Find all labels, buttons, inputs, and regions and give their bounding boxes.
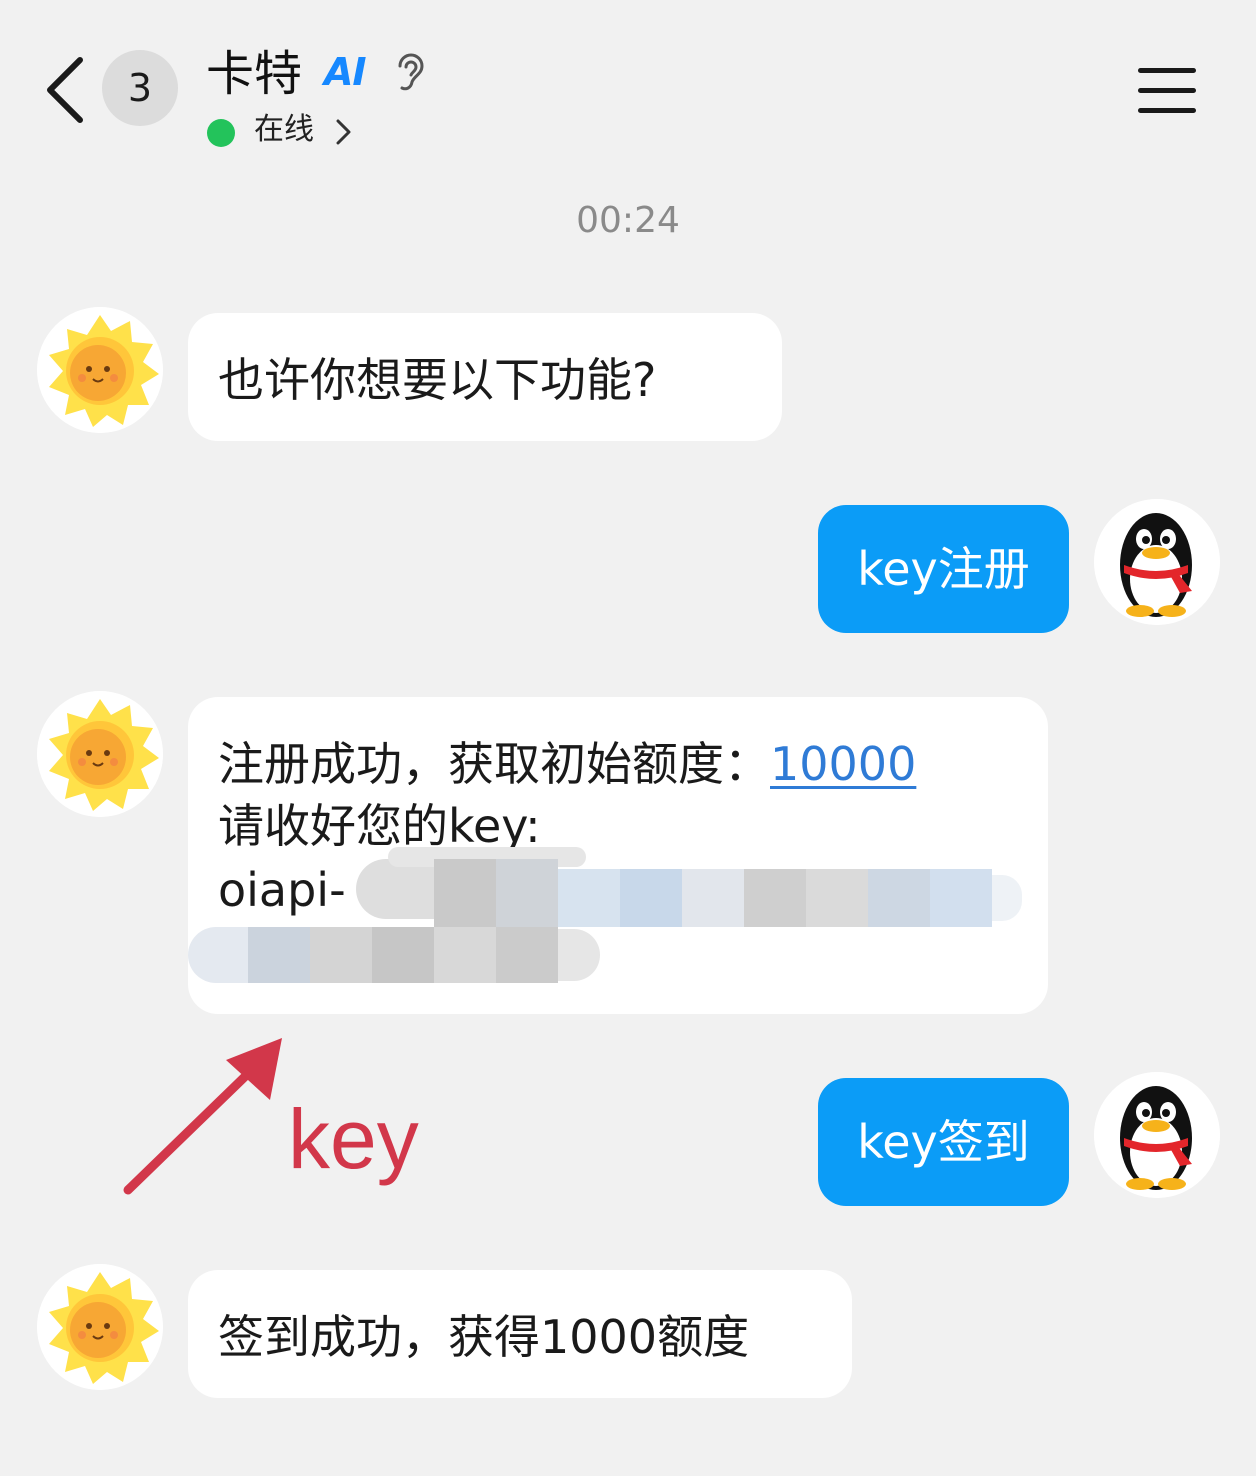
- unread-count-badge[interactable]: 3: [102, 50, 178, 126]
- contact-name[interactable]: 卡特: [206, 42, 302, 106]
- ai-badge: AI: [324, 50, 367, 94]
- chevron-right-icon[interactable]: [333, 116, 355, 148]
- arrow-icon: [123, 1038, 282, 1195]
- online-status-text[interactable]: 在线: [254, 110, 314, 150]
- message-bubble[interactable]: 签到成功，获得1000额度: [188, 1270, 852, 1398]
- message-line: 注册成功，获取初始额度：10000: [218, 733, 916, 795]
- message-bubble-outgoing[interactable]: key签到: [818, 1078, 1069, 1206]
- annotation-label: key: [288, 1092, 419, 1186]
- hamburger-menu-icon[interactable]: [1138, 66, 1198, 114]
- penguin-avatar-icon[interactable]: [1094, 499, 1220, 625]
- online-status-dot: [207, 119, 235, 147]
- sun-avatar-icon[interactable]: [37, 691, 163, 817]
- message-text: 注册成功，获取初始额度：: [218, 737, 770, 791]
- message-text: 签到成功，获得1000额度: [218, 1310, 750, 1364]
- ear-icon[interactable]: [392, 48, 428, 94]
- message-text: key签到: [857, 1115, 1030, 1169]
- message-bubble[interactable]: 也许你想要以下功能?: [188, 313, 782, 441]
- message-text: key注册: [857, 542, 1030, 596]
- message-bubble-outgoing[interactable]: key注册: [818, 505, 1069, 633]
- quota-amount-link[interactable]: 10000: [770, 737, 916, 791]
- message-timestamp: 00:24: [576, 200, 680, 241]
- message-bubble[interactable]: 注册成功，获取初始额度：10000 请收好您的key: oiapi-: [188, 697, 1048, 1014]
- message-text: oiapi-: [218, 863, 346, 917]
- sun-avatar-icon[interactable]: [37, 307, 163, 433]
- sun-avatar-icon[interactable]: [37, 1264, 163, 1390]
- message-text: 也许你想要以下功能?: [218, 353, 657, 407]
- chevron-left-icon[interactable]: [40, 52, 90, 128]
- penguin-avatar-icon[interactable]: [1094, 1072, 1220, 1198]
